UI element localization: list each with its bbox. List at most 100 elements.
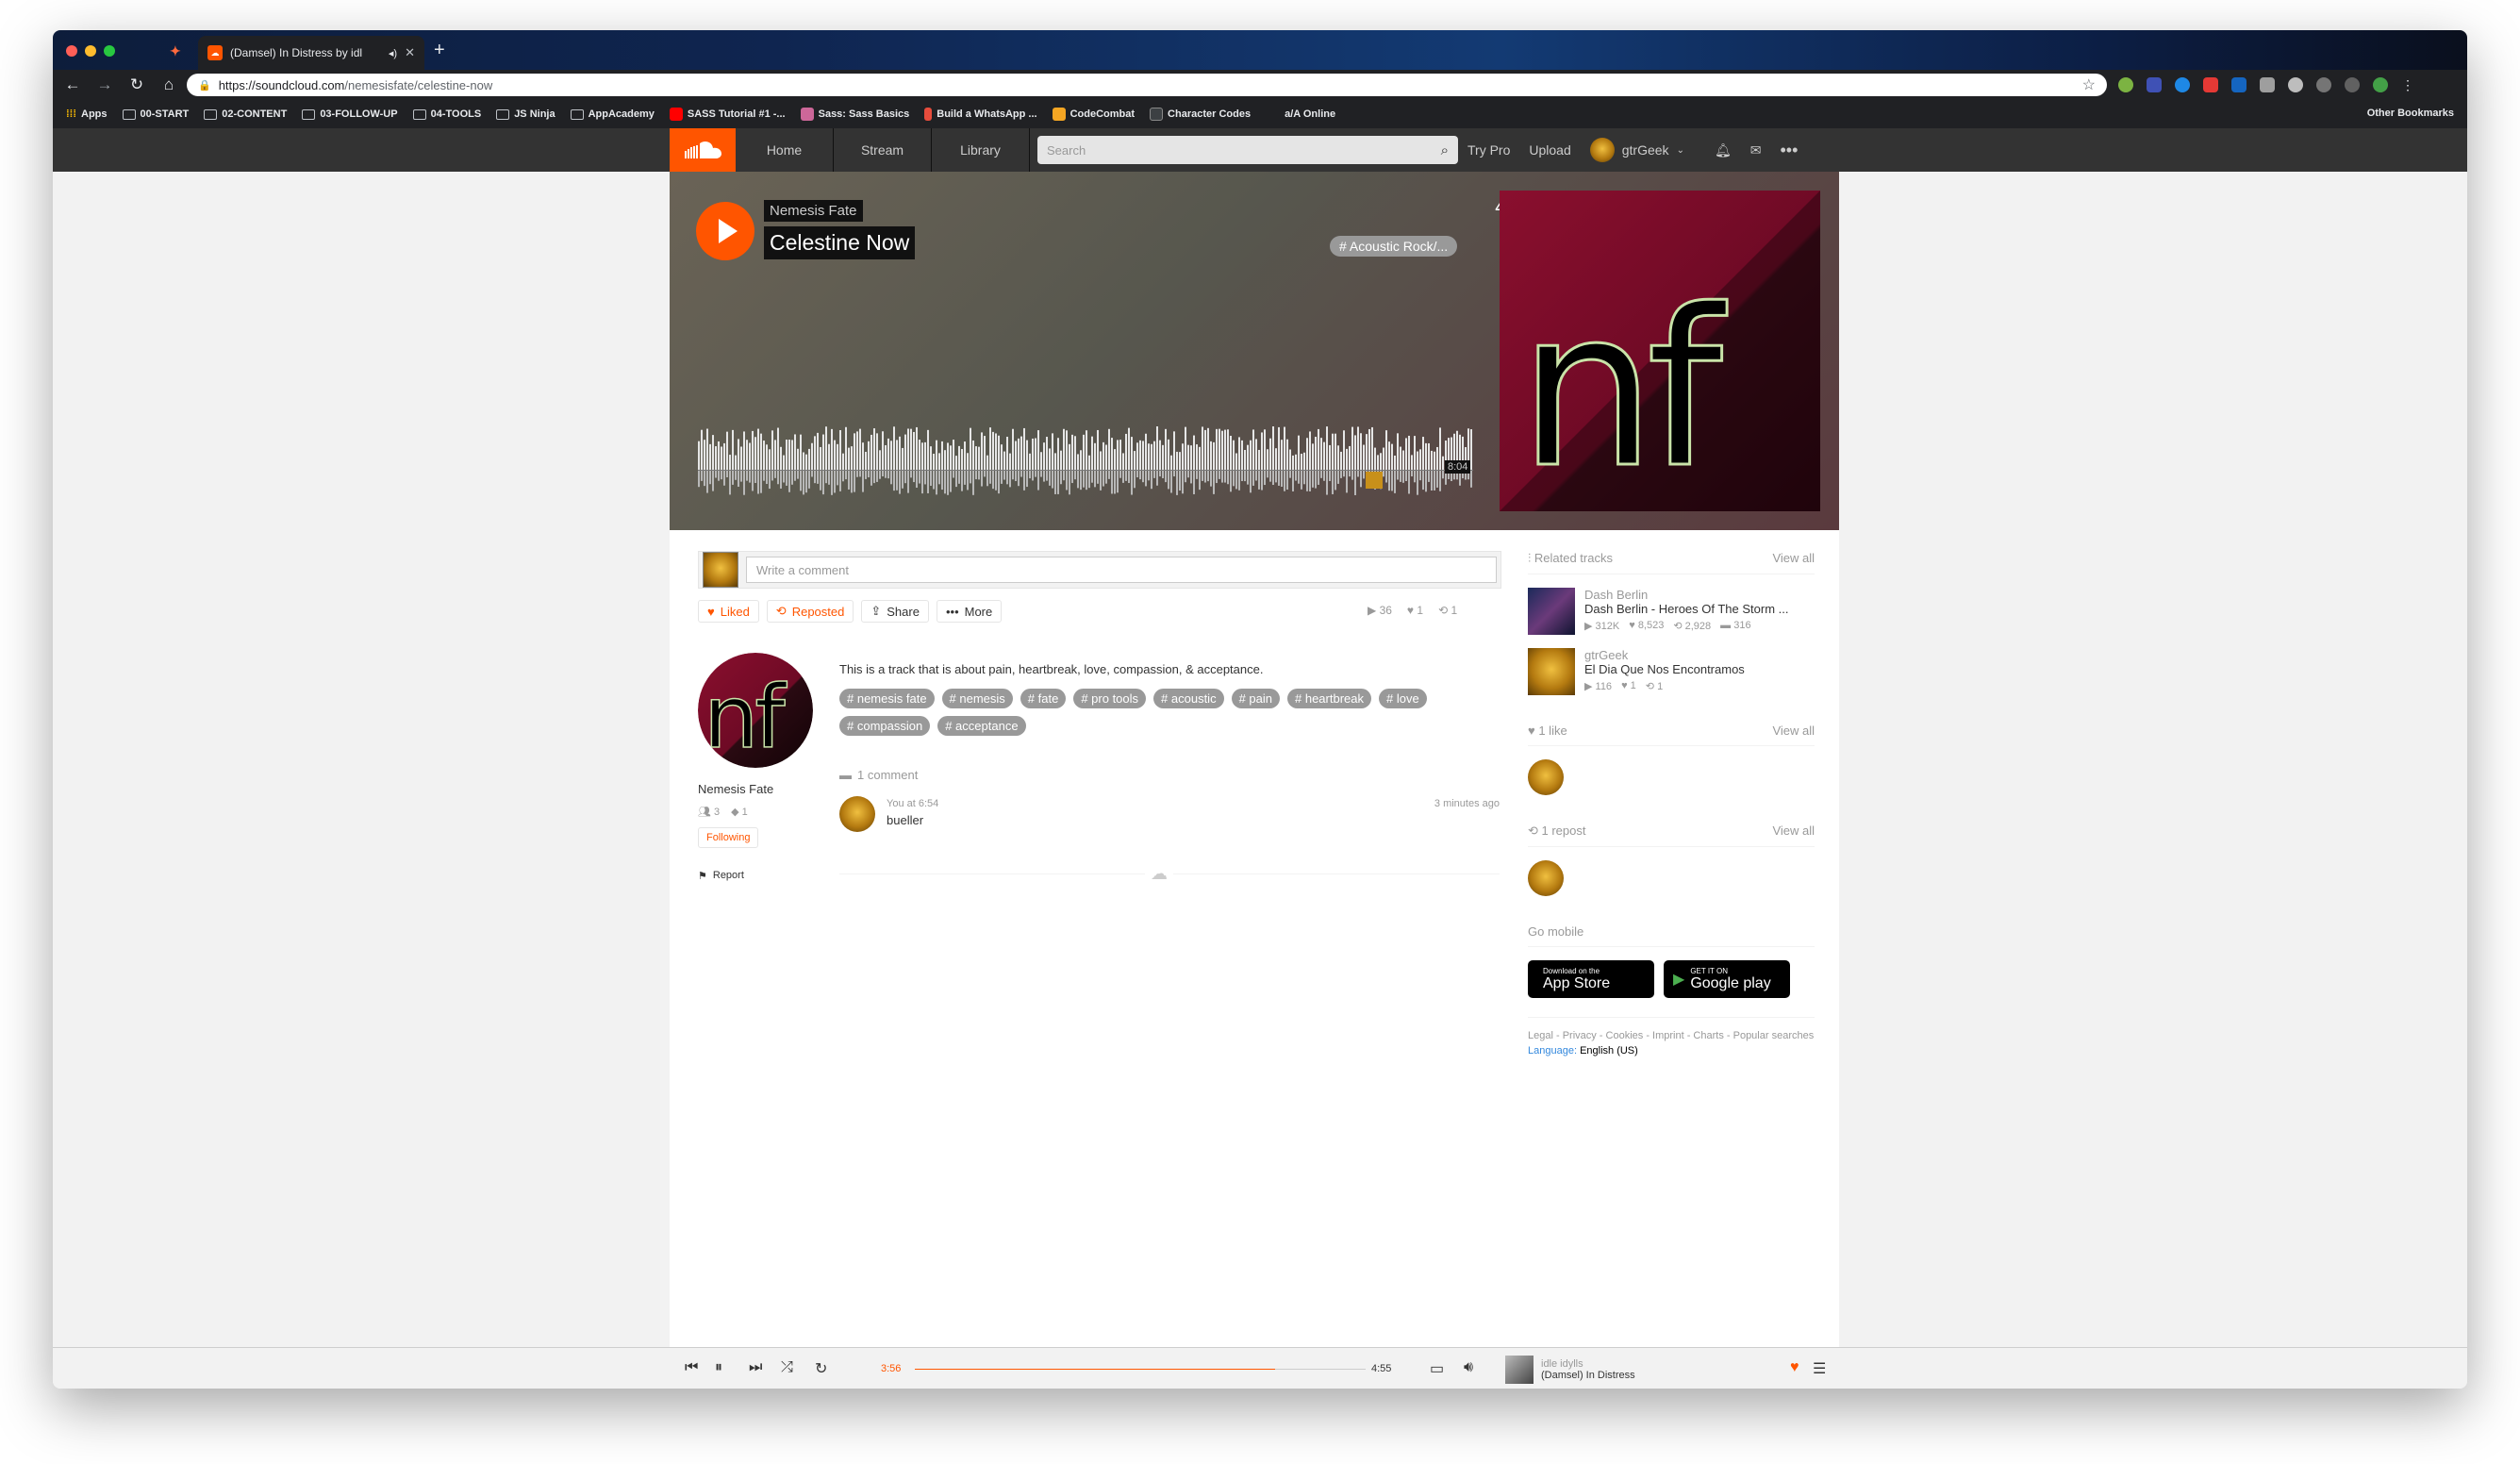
profile-icon[interactable] (2373, 77, 2388, 92)
report-link[interactable]: ⚑ Report (698, 870, 744, 882)
tag[interactable]: # pain (1231, 689, 1280, 708)
search-input[interactable]: Search ⌕ (1037, 136, 1458, 164)
now-playing-artist[interactable]: idle idylls (1541, 1358, 1635, 1370)
view-all-link[interactable]: View all (1772, 724, 1815, 738)
extension-icon[interactable] (2147, 77, 2162, 92)
queue-icon[interactable]: ☰ (1813, 1359, 1826, 1378)
bookmark-link[interactable]: Build a WhatsApp ... (924, 108, 1037, 121)
extension-icon[interactable] (2316, 77, 2331, 92)
previous-icon[interactable]: ⏮ (685, 1359, 698, 1376)
more-icon[interactable]: ••• (1780, 141, 1798, 160)
try-pro-link[interactable]: Try Pro (1467, 142, 1510, 158)
tag[interactable]: # pro tools (1073, 689, 1147, 708)
bookmark-link[interactable]: CodeCombat (1052, 108, 1135, 121)
bookmark-folder[interactable]: 02-CONTENT (204, 108, 287, 120)
related-title[interactable]: Dash Berlin - Heroes Of The Storm ... (1584, 602, 1811, 616)
close-tab-icon[interactable]: ✕ (405, 45, 415, 60)
related-track[interactable]: gtrGeek El Dia Que Nos Encontramos ▶ 116… (1528, 648, 1815, 695)
forward-icon[interactable]: → (89, 75, 121, 94)
avatar[interactable] (1528, 759, 1564, 795)
bookmark-folder[interactable]: AppAcademy (570, 108, 655, 120)
bookmark-link[interactable]: Sass: Sass Basics (800, 108, 909, 121)
tag[interactable]: # acceptance (937, 716, 1026, 736)
search-icon[interactable]: ⌕ (1441, 142, 1449, 158)
comment-user[interactable]: You (887, 798, 904, 809)
related-title[interactable]: El Dia Que Nos Encontramos (1584, 662, 1811, 676)
reload-icon[interactable]: ↻ (121, 75, 153, 94)
bookmark-link[interactable]: Character Codes (1150, 108, 1251, 121)
reposts-stat[interactable]: ⟲ 1 (1438, 604, 1457, 617)
follow-button[interactable]: Following (698, 827, 759, 848)
minimize-window-button[interactable] (85, 45, 96, 57)
waveform[interactable] (698, 408, 1473, 498)
active-tab[interactable]: ☁ (Damsel) In Distress by idl ◂) ✕ (198, 36, 424, 70)
address-bar[interactable]: 🔒 https://soundcloud.com /nemesisfate/ce… (187, 74, 2107, 96)
maximize-window-button[interactable] (104, 45, 115, 57)
tag[interactable]: # nemesis fate (839, 689, 935, 708)
avatar[interactable] (839, 796, 875, 832)
likes-stat[interactable]: ♥ 1 (1407, 604, 1423, 617)
app-store-badge[interactable]: Download on the App Store (1528, 960, 1654, 998)
related-track[interactable]: Dash Berlin Dash Berlin - Heroes Of The … (1528, 588, 1815, 635)
google-play-badge[interactable]: ▶ GET IT ON Google play (1664, 960, 1790, 998)
now-playing[interactable]: idle idylls (Damsel) In Distress (1505, 1356, 1635, 1384)
nav-stream[interactable]: Stream (834, 128, 932, 172)
bookmark-star-icon[interactable]: ☆ (2082, 75, 2096, 94)
tag[interactable]: # fate (1020, 689, 1067, 708)
progress-bar[interactable] (915, 1369, 1366, 1370)
comment-marker[interactable] (1366, 472, 1383, 489)
share-button[interactable]: ⇪ Share (861, 600, 929, 623)
language-selector[interactable]: Language: English (US) (1528, 1045, 1815, 1056)
back-icon[interactable]: ← (57, 75, 89, 94)
like-button[interactable]: ♥ Liked (698, 600, 759, 623)
repost-button[interactable]: ⟲ Reposted (766, 600, 854, 623)
footer-links[interactable]: Legal - Privacy - Cookies - Imprint - Ch… (1528, 1017, 1815, 1043)
extension-icon[interactable] (2118, 77, 2133, 92)
extension-icon[interactable] (2288, 77, 2303, 92)
play-button[interactable] (696, 202, 754, 260)
bookmark-link[interactable]: a/A Online (1285, 108, 1335, 120)
tag[interactable]: # compassion (839, 716, 931, 736)
new-tab-button[interactable]: + (434, 40, 445, 61)
nav-library[interactable]: Library (932, 128, 1030, 172)
upload-link[interactable]: Upload (1529, 142, 1570, 158)
close-window-button[interactable] (66, 45, 77, 57)
tracks-stat[interactable]: ◆ 1 (731, 806, 748, 818)
pause-icon[interactable]: ⏸ (715, 1359, 722, 1376)
bookmark-folder[interactable]: 04-TOOLS (412, 108, 481, 120)
volume-icon[interactable]: 🔊︎ (1464, 1359, 1473, 1376)
followers-stat[interactable]: 👥︎ 3 (698, 806, 720, 818)
repeat-icon[interactable]: ↻ (815, 1359, 827, 1378)
speaker-icon[interactable]: ◂) (389, 47, 397, 59)
tag[interactable]: # heartbreak (1287, 689, 1371, 708)
bookmark-folder[interactable]: 03-FOLLOW-UP (302, 108, 398, 120)
shuffle-icon[interactable]: ⤮ (781, 1359, 793, 1376)
bookmark-apps[interactable]: ⁞⁞⁞ Apps (66, 108, 108, 120)
extension-icon[interactable] (2203, 77, 2218, 92)
extension-icon[interactable] (2175, 77, 2190, 92)
bell-icon[interactable]: 🔔︎ (1715, 142, 1732, 158)
view-all-link[interactable]: View all (1772, 824, 1815, 839)
comment-input[interactable]: Write a comment (746, 557, 1497, 583)
tag[interactable]: # love (1379, 689, 1427, 708)
mail-icon[interactable]: ✉ (1750, 142, 1762, 158)
avatar[interactable] (1528, 860, 1564, 896)
bookmark-link[interactable]: SASS Tutorial #1 -... (669, 108, 786, 121)
bookmark-folder[interactable]: 00-START (122, 108, 189, 120)
related-user[interactable]: Dash Berlin (1584, 588, 1811, 602)
artist-name[interactable]: Nemesis Fate (698, 782, 830, 796)
extension-icon[interactable] (2231, 77, 2246, 92)
extension-icon[interactable] (2260, 77, 2275, 92)
artist-link[interactable]: Nemesis Fate (764, 200, 863, 222)
tag[interactable]: # nemesis (941, 689, 1013, 708)
user-menu[interactable]: gtrGeek ⌄ (1589, 138, 1684, 162)
nav-home[interactable]: Home (736, 128, 834, 172)
view-all-link[interactable]: View all (1772, 551, 1815, 566)
comment-timestamp[interactable]: 6:54 (919, 798, 938, 809)
more-button[interactable]: ••• More (936, 600, 1003, 623)
extension-icon[interactable] (2345, 77, 2360, 92)
now-playing-title[interactable]: (Damsel) In Distress (1541, 1370, 1635, 1381)
cast-icon[interactable]: ▭ (1430, 1359, 1444, 1378)
next-icon[interactable]: ⏭ (749, 1359, 762, 1376)
soundcloud-logo-icon[interactable] (670, 128, 736, 172)
